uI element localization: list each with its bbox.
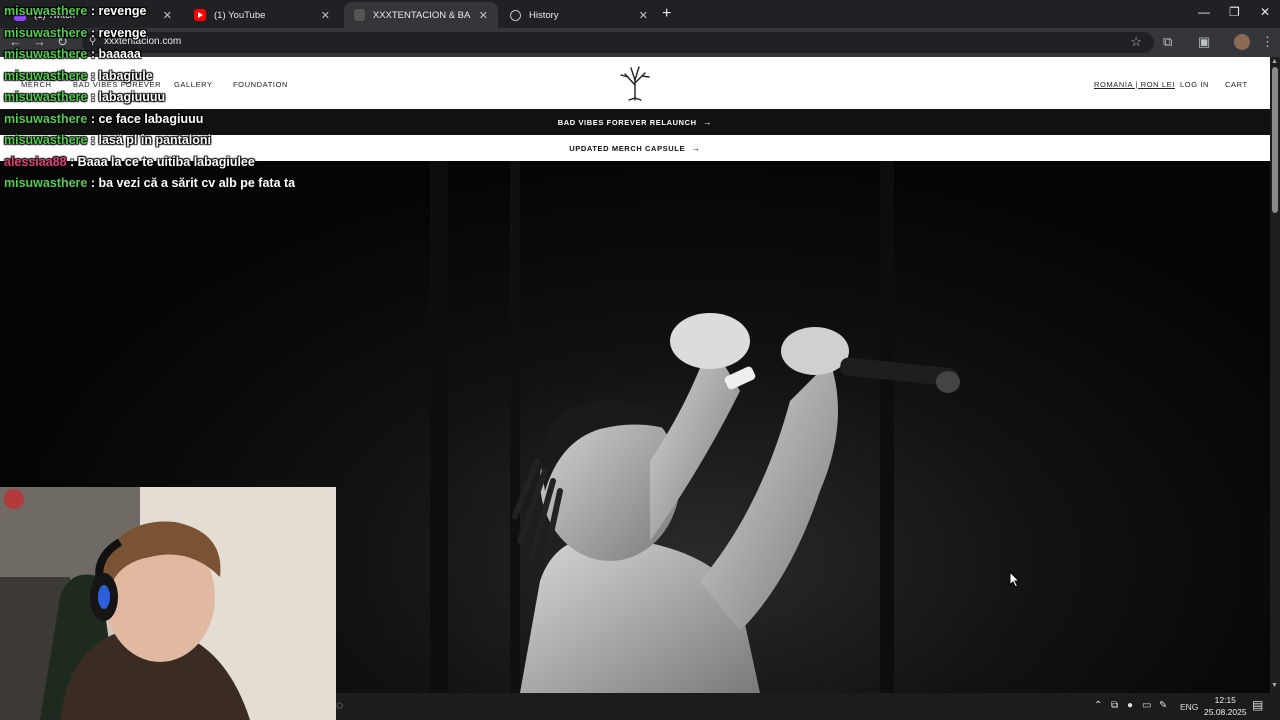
- webcam-feed: [0, 487, 336, 720]
- chat-message: alessiaa88 : Baaa la ce te uitiba labagi…: [4, 154, 255, 169]
- notifications-icon[interactable]: ▤: [1252, 698, 1263, 712]
- chat-message: misuwasthere : lasă pl în pantaloni: [4, 133, 212, 147]
- chat-username: misuwasthere: [4, 4, 88, 18]
- chat-username: misuwasthere: [4, 68, 88, 83]
- chat-text: labagiule: [98, 68, 153, 83]
- stream-chat-overlay: misuwasthere : revenge misuwasthere : re…: [4, 4, 524, 198]
- tree-logo-icon[interactable]: [618, 65, 652, 101]
- screen: (1) Twitch ✕ (1) YouTube ✕ XXXTENTACION …: [0, 0, 1280, 720]
- minimize-icon[interactable]: —: [1198, 5, 1210, 19]
- bookmark-star-icon[interactable]: ☆: [1130, 34, 1142, 50]
- page-scrollbar[interactable]: ▲ ▼: [1270, 57, 1280, 693]
- chat-text: ce face labagiuuu: [98, 111, 204, 126]
- scroll-thumb[interactable]: [1272, 67, 1278, 213]
- chat-username: alessiaa88: [4, 154, 67, 169]
- close-icon[interactable]: ✕: [639, 9, 648, 22]
- chat-text: baaaaa: [98, 47, 141, 61]
- chat-text: Baaa la ce te uitiba labagiulee: [77, 154, 255, 169]
- chat-username: misuwasthere: [4, 176, 88, 190]
- display-icon[interactable]: ▭: [1142, 700, 1151, 711]
- chat-text: revenge: [98, 25, 147, 40]
- chat-username: misuwasthere: [4, 111, 88, 126]
- taskbar: ◌ ⌃ ⧉ ● ▭ ✎ ENG 12:15 25.08.2025 ▤: [336, 693, 1280, 720]
- chat-message: misuwasthere : revenge: [4, 4, 147, 18]
- restore-icon[interactable]: ❐: [1229, 5, 1240, 19]
- chat-message: misuwasthere : labagiule: [4, 68, 153, 83]
- date: 25.08.2025: [1204, 707, 1247, 717]
- chat-message: misuwasthere : labagiuuuu: [4, 90, 166, 104]
- chat-text: revenge: [98, 4, 147, 18]
- tab-label: History: [529, 9, 559, 21]
- region-selector[interactable]: ROMANIA | RON LEI: [1094, 80, 1175, 89]
- new-tab-icon[interactable]: +: [662, 5, 671, 23]
- arrow-right-icon: →: [702, 117, 713, 127]
- scroll-up-icon[interactable]: ▲: [1271, 58, 1278, 65]
- login-link[interactable]: LOG IN: [1180, 80, 1209, 89]
- window-close-icon[interactable]: ✕: [1260, 5, 1270, 19]
- chat-message: misuwasthere : ba vezi că a sărit cv alb…: [4, 176, 296, 190]
- chat-text: labagiuuuu: [98, 90, 166, 104]
- network-icon[interactable]: ⧉: [1111, 700, 1118, 711]
- chat-username: misuwasthere: [4, 133, 88, 147]
- time: 12:15: [1214, 695, 1236, 705]
- banner-text: BAD VIBES FOREVER RELAUNCH: [557, 117, 697, 127]
- clock[interactable]: 12:15 25.08.2025: [1204, 694, 1247, 718]
- pen-icon[interactable]: ✎: [1159, 700, 1167, 711]
- chat-username: misuwasthere: [4, 25, 88, 40]
- profile-avatar[interactable]: [1234, 34, 1250, 50]
- chat-message: misuwasthere : revenge: [4, 25, 147, 40]
- chat-text: lasă pl în pantaloni: [98, 133, 212, 147]
- language-indicator[interactable]: ENG: [1180, 702, 1198, 712]
- cart-link[interactable]: CART: [1225, 80, 1248, 89]
- chat-username: misuwasthere: [4, 47, 88, 61]
- cast-icon[interactable]: ▣: [1198, 34, 1210, 50]
- scroll-down-icon[interactable]: ▼: [1271, 682, 1278, 689]
- chat-username: misuwasthere: [4, 90, 88, 104]
- chevron-up-icon[interactable]: ⌃: [1094, 700, 1102, 711]
- chat-text: ba vezi că a sărit cv alb pe fata ta: [98, 176, 296, 190]
- menu-icon[interactable]: ⋮: [1261, 34, 1274, 50]
- chat-message: misuwasthere : baaaaa: [4, 47, 141, 61]
- microphone-icon[interactable]: ●: [1127, 700, 1133, 711]
- app-icon[interactable]: ◌: [336, 698, 343, 712]
- arrow-right-icon: →: [691, 143, 701, 153]
- extensions-icon[interactable]: ⧉: [1163, 34, 1172, 50]
- mouse-cursor-icon: [1009, 571, 1021, 588]
- banner-text: UPDATED MERCH CAPSULE: [569, 143, 686, 153]
- chat-message: misuwasthere : ce face labagiuuu: [4, 111, 204, 126]
- webcam-overlay: [0, 487, 336, 720]
